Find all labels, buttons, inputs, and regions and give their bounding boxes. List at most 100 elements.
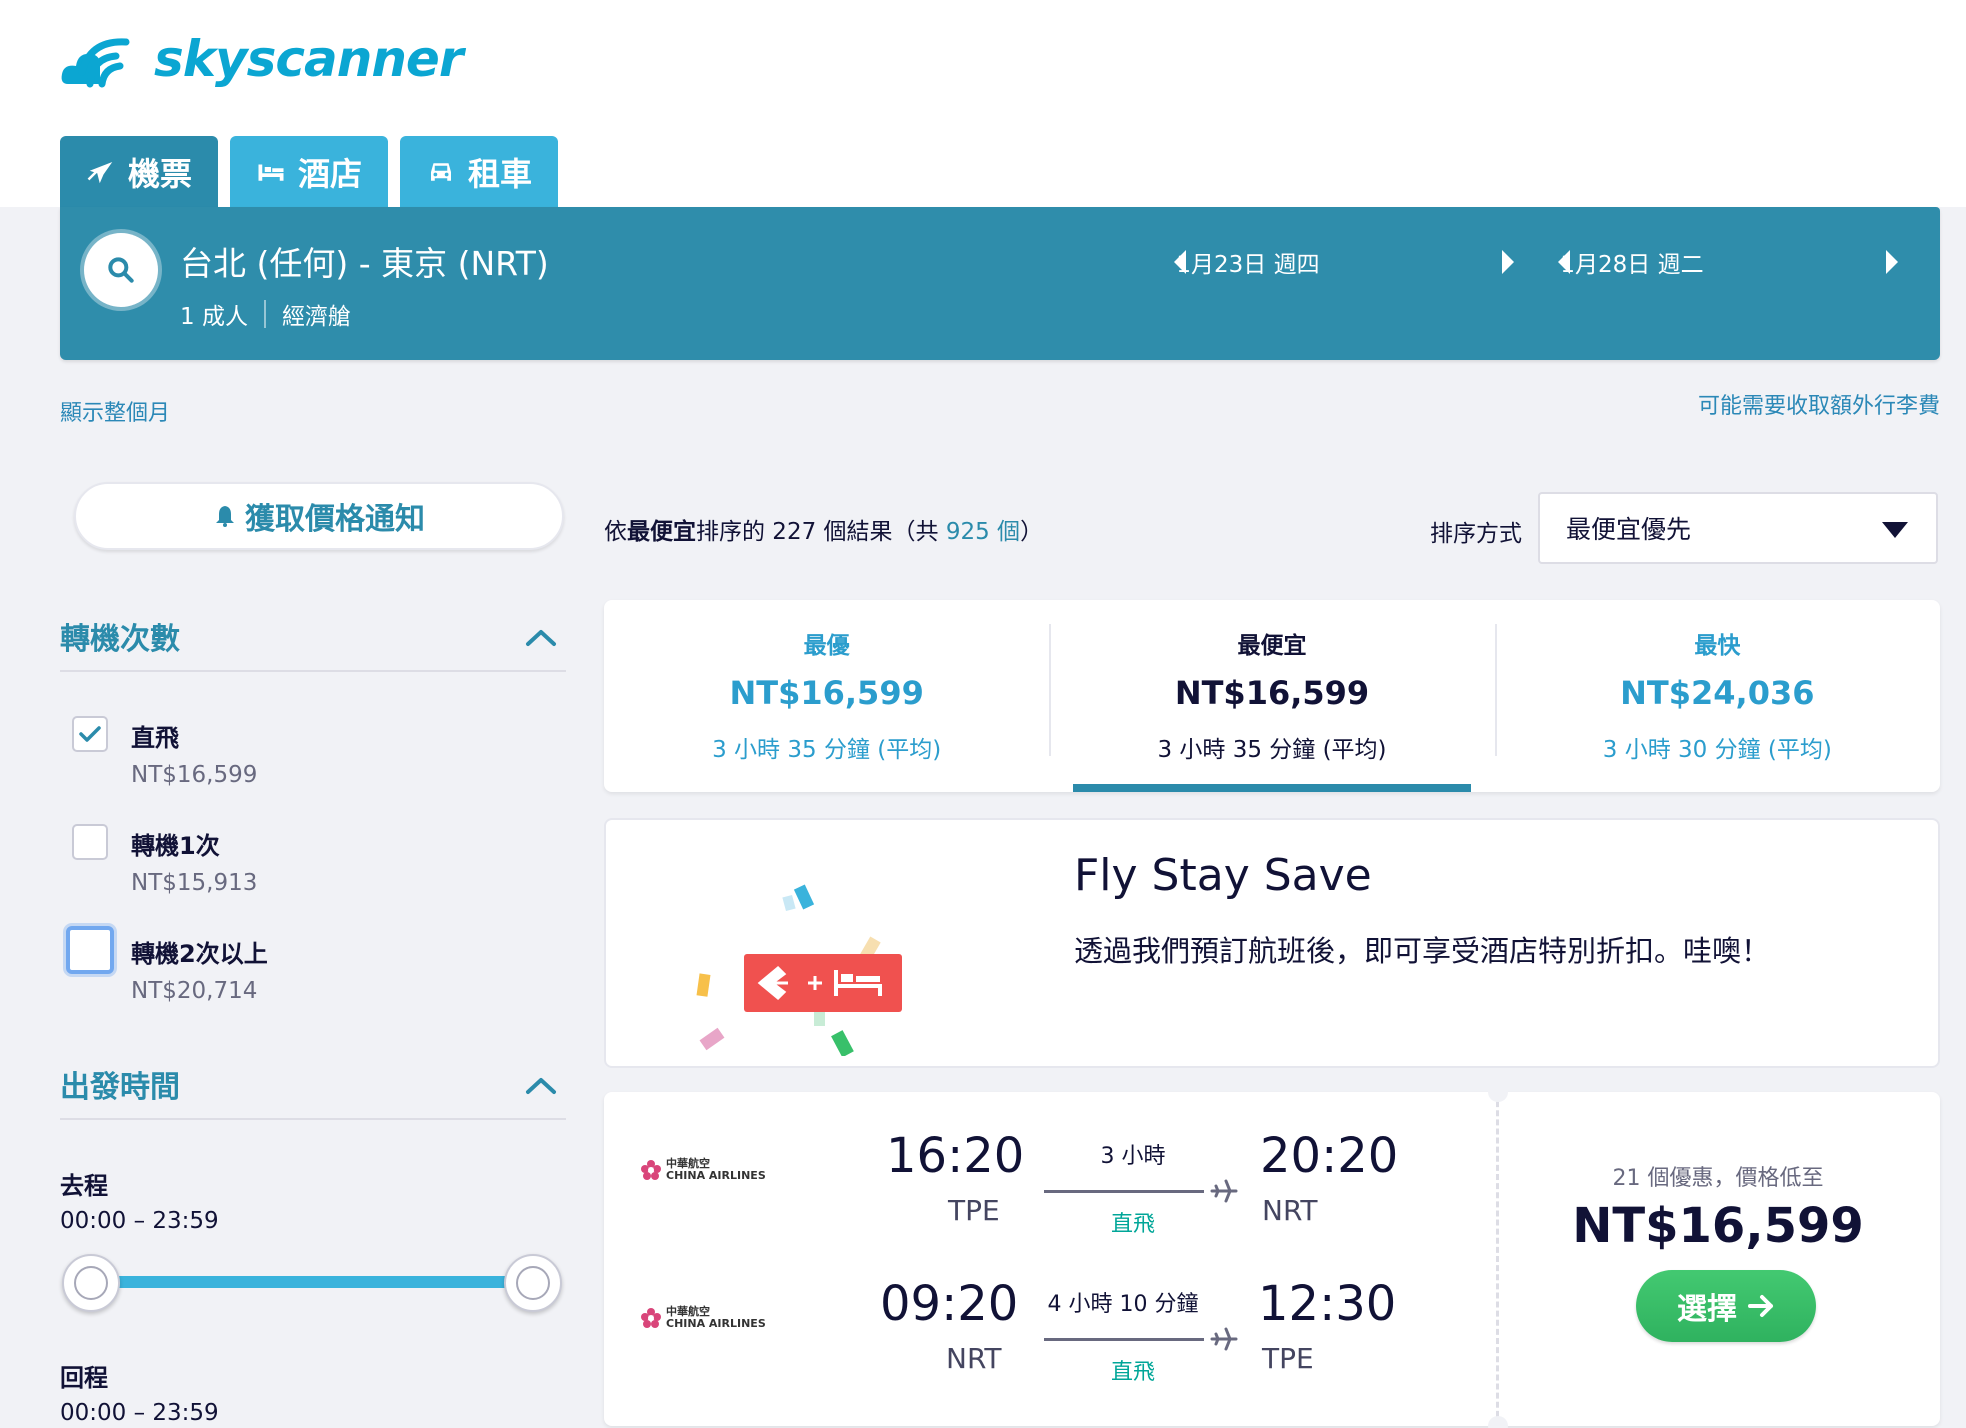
tab-hotels[interactable]: 酒店 xyxy=(230,136,388,208)
sort-label: 排序方式 xyxy=(1430,521,1522,547)
outbound-depart-time: 16:20 xyxy=(886,1128,1025,1184)
sort-tab-cheapest-label: 最便宜 xyxy=(1237,633,1307,659)
direct-label[interactable]: 直飛 xyxy=(131,718,179,753)
checkmark-icon xyxy=(79,726,101,742)
outbound-duration: 3 小時 xyxy=(1100,1144,1166,1169)
sort-tab-best-label: 最優 xyxy=(803,633,850,659)
return-arrive-time: 12:30 xyxy=(1258,1276,1397,1332)
tab-flights-label: 機票 xyxy=(127,155,192,193)
sort-tab-fastest-duration: 3 小時 30 分鐘 (平均) xyxy=(1602,737,1832,763)
tab-car-hire[interactable]: 租車 xyxy=(400,136,558,208)
sort-select[interactable]: 最便宜優先 xyxy=(1538,492,1938,564)
sort-tab-cheapest[interactable]: 最便宜 NT$16,599 3 小時 35 分鐘 (平均) xyxy=(1049,600,1494,792)
two-plus-stops-label[interactable]: 轉機2次以上 xyxy=(131,934,268,969)
show-whole-month-link[interactable]: 顯示整個月 xyxy=(60,395,170,427)
return-duration: 4 小時 10 分鐘 xyxy=(1047,1292,1199,1317)
deals-count: 21 個優惠，價格低至 xyxy=(1612,1166,1824,1191)
return-stops: 直飛 xyxy=(1110,1360,1155,1385)
outbound-arrive-airport: NRT xyxy=(1262,1194,1318,1227)
price-alert-label: 獲取價格通知 xyxy=(245,502,425,537)
results-total-link[interactable]: 925 個 xyxy=(946,519,1020,545)
two-plus-stops-checkbox[interactable] xyxy=(66,926,114,974)
return-arrive-airport: TPE xyxy=(1262,1342,1314,1375)
plane-icon xyxy=(87,162,113,184)
depart-date[interactable]: 1月23日 週四 xyxy=(1098,245,1398,279)
results-summary: 依最便宜排序的 227 個結果（共 925 個） xyxy=(604,512,1043,546)
outbound-depart-airport: TPE xyxy=(948,1194,1000,1227)
outbound-route-line xyxy=(1044,1190,1204,1193)
fly-stay-save-promo[interactable]: Fly Stay Save 透過我們預訂航班後，即可享受酒店特別折扣。哇噢！ xyxy=(604,818,1940,1068)
search-icon xyxy=(108,257,134,283)
brand-name: skyscanner xyxy=(154,30,464,88)
skyscanner-logo[interactable]: skyscanner xyxy=(60,28,464,90)
outbound-slider-end-handle[interactable] xyxy=(504,1254,562,1312)
sort-tab-cheapest-price: NT$16,599 xyxy=(1174,674,1370,712)
route-text[interactable]: 台北 (任何) - 東京 (NRT) xyxy=(180,237,549,285)
baggage-fee-link[interactable]: 可能需要收取額外行李費 xyxy=(1698,388,1940,420)
outbound-time-title: 去程 xyxy=(60,1172,108,1200)
plum-blossom-icon xyxy=(641,1160,661,1180)
sort-tab-best-duration: 3 小時 35 分鐘 (平均) xyxy=(712,737,942,763)
plane-icon xyxy=(1210,1327,1238,1351)
cabin-class: 經濟艙 xyxy=(281,304,351,330)
passenger-count: 1 成人 xyxy=(180,304,248,330)
direct-checkbox[interactable] xyxy=(72,716,108,752)
return-date-next-button[interactable] xyxy=(1876,247,1906,277)
return-depart-airport: NRT xyxy=(946,1342,1002,1375)
ticket-divider xyxy=(1496,1092,1499,1426)
passenger-cabin-summary[interactable]: 1 成人 經濟艙 xyxy=(180,297,351,331)
stops-filter-header[interactable]: 轉機次數 xyxy=(60,614,566,672)
select-flight-button[interactable]: 選擇 xyxy=(1636,1270,1816,1342)
search-summary-bar: 台北 (任何) - 東京 (NRT) 1 成人 經濟艙 1月23日 週四 1月2… xyxy=(60,207,1940,360)
sort-tab-fastest[interactable]: 最快 NT$24,036 3 小時 30 分鐘 (平均) xyxy=(1494,600,1940,792)
ticket-notch xyxy=(1488,1416,1508,1428)
chevron-up-icon[interactable] xyxy=(524,624,558,648)
direct-price: NT$16,599 xyxy=(131,762,258,788)
results-count-text: 排序的 227 個結果（共 xyxy=(696,519,946,545)
airline-logo: 中華航空 CHINA AIRLINES xyxy=(640,1158,766,1182)
return-time-range: 00:00 – 23:59 xyxy=(60,1400,219,1426)
departure-time-filter-title: 出發時間 xyxy=(60,1070,180,1105)
flight-result-card[interactable]: 中華航空 CHINA AIRLINES 16:20 TPE 3 小時 直飛 20… xyxy=(604,1082,1940,1428)
divider xyxy=(263,300,266,328)
flight-price: NT$16,599 xyxy=(1572,1198,1864,1254)
airline-name: CHINA AIRLINES xyxy=(666,1169,766,1182)
sort-tab-best[interactable]: 最優 NT$16,599 3 小時 35 分鐘 (平均) xyxy=(604,600,1049,792)
price-alert-button[interactable]: 獲取價格通知 xyxy=(74,482,564,550)
results-sort-word: 最便宜 xyxy=(627,519,696,545)
return-time-title: 回程 xyxy=(60,1364,108,1392)
two-plus-stops-price: NT$20,714 xyxy=(131,978,258,1004)
chevron-up-icon[interactable] xyxy=(524,1072,558,1096)
sort-tab-fastest-label: 最快 xyxy=(1694,633,1741,659)
caret-right-icon xyxy=(1886,250,1898,274)
outbound-time-range: 00:00 – 23:59 xyxy=(60,1208,219,1234)
sort-tab-best-price: NT$16,599 xyxy=(729,674,924,712)
return-date[interactable]: 1月28日 週二 xyxy=(1482,245,1782,279)
outbound-stops: 直飛 xyxy=(1110,1212,1155,1237)
return-depart-time: 09:20 xyxy=(880,1276,1019,1332)
one-stop-price: NT$15,913 xyxy=(131,870,258,896)
promo-text: 透過我們預訂航班後，即可享受酒店特別折扣。哇噢！ xyxy=(1074,934,1771,968)
car-icon xyxy=(430,163,451,181)
departure-time-filter-header[interactable]: 出發時間 xyxy=(60,1062,566,1120)
plum-blossom-icon xyxy=(641,1308,661,1328)
outbound-slider-start-handle[interactable] xyxy=(62,1254,120,1312)
stops-filter-title: 轉機次數 xyxy=(60,622,180,657)
vertical-tabs: 機票 酒店 租車 xyxy=(60,136,558,208)
airline-logo: 中華航空 CHINA AIRLINES xyxy=(640,1306,766,1330)
sort-tab-fastest-price: NT$24,036 xyxy=(1620,674,1815,712)
search-button[interactable] xyxy=(84,233,158,307)
ticket-notch xyxy=(1488,1082,1508,1102)
one-stop-checkbox[interactable] xyxy=(72,824,108,860)
bell-icon xyxy=(216,506,234,527)
tab-car-hire-label: 租車 xyxy=(467,155,532,193)
results-suffix: ） xyxy=(1020,519,1044,545)
outbound-time-slider-track[interactable] xyxy=(90,1276,534,1288)
tab-flights[interactable]: 機票 xyxy=(60,136,218,208)
arrow-right-icon xyxy=(1748,1295,1773,1317)
flight-hotel-confetti-illustration xyxy=(696,884,902,1056)
sort-tab-cheapest-duration: 3 小時 35 分鐘 (平均) xyxy=(1157,737,1387,763)
outbound-arrive-time: 20:20 xyxy=(1260,1128,1399,1184)
cloud-logo-icon xyxy=(61,38,130,88)
one-stop-label[interactable]: 轉機1次 xyxy=(131,826,220,861)
